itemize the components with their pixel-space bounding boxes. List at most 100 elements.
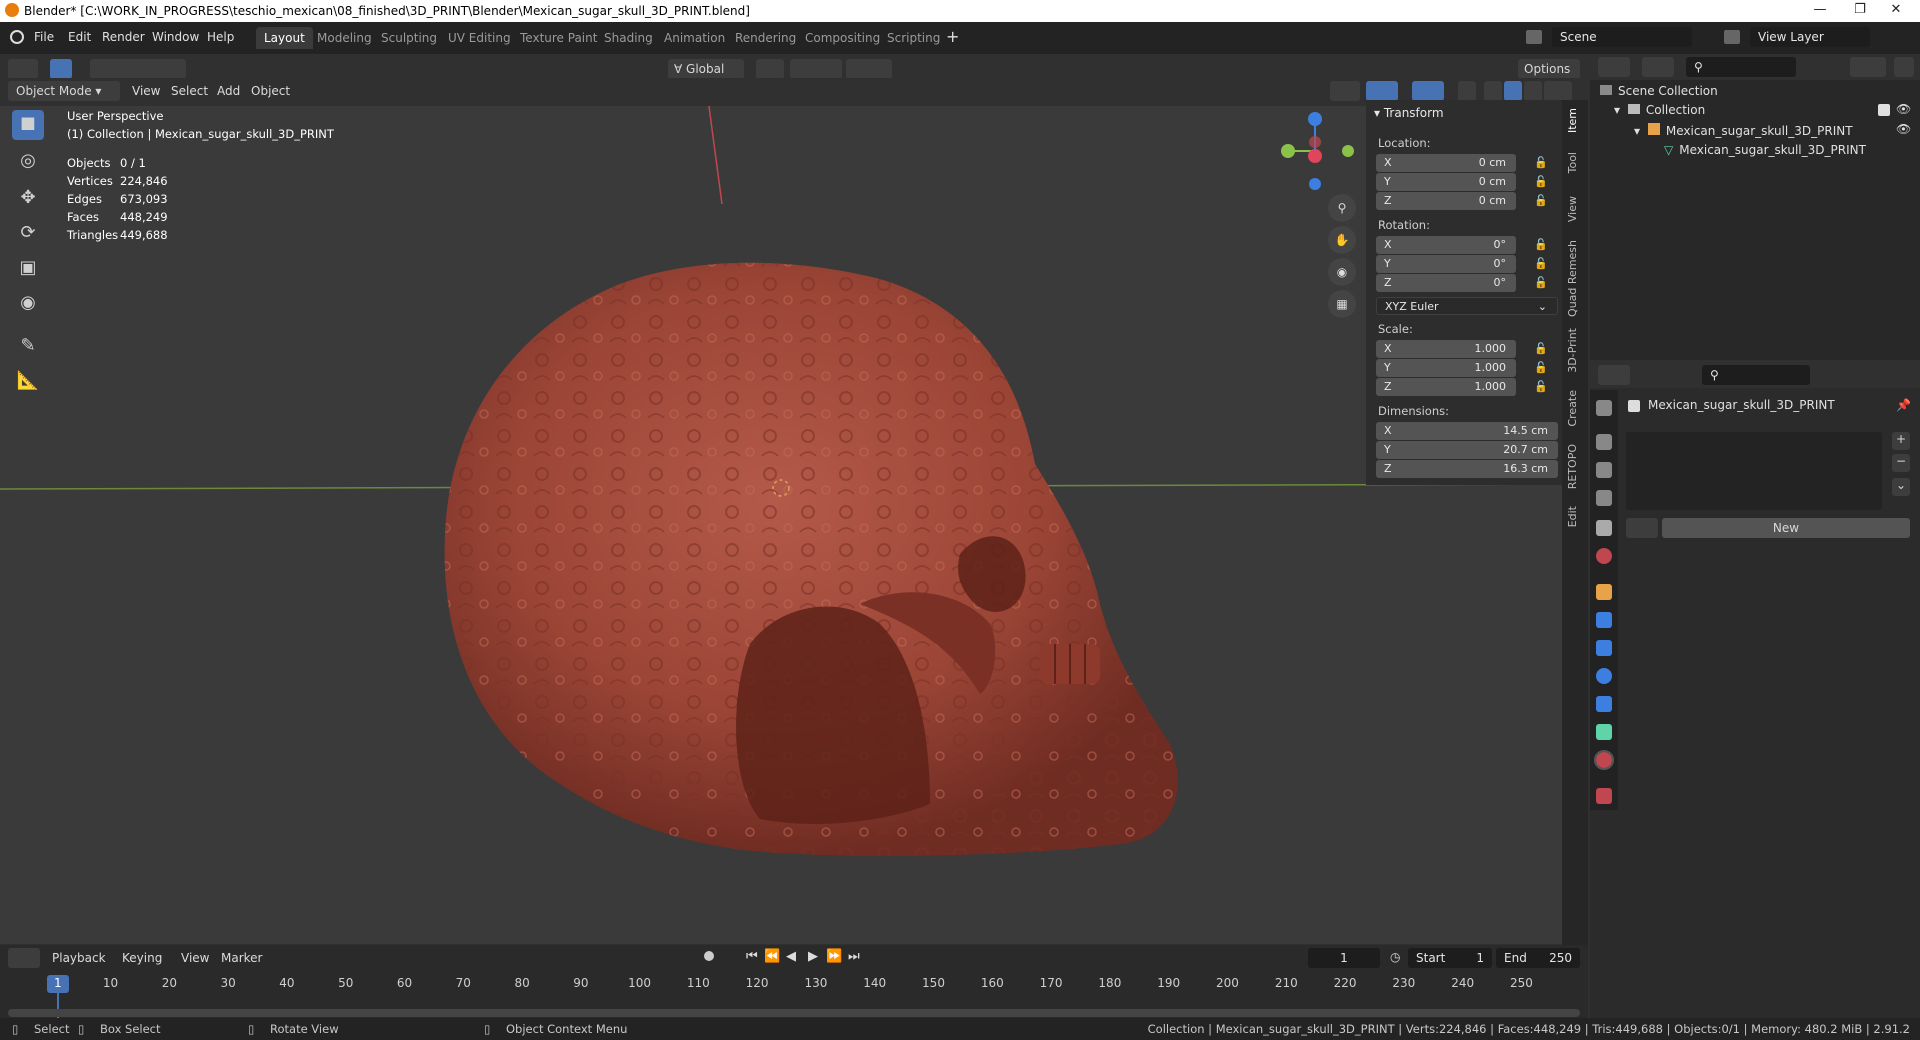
dimension-z-field[interactable]: Z 16.3 cm xyxy=(1376,460,1558,478)
prev-keyframe-icon[interactable]: ⏪ xyxy=(764,949,780,964)
overlay-toggle-icon[interactable] xyxy=(1412,81,1444,101)
zoom-icon[interactable]: ⚲ xyxy=(1328,194,1356,222)
scale-x-field[interactable]: X 1.000 xyxy=(1376,340,1516,358)
properties-search-input[interactable]: ⚲ xyxy=(1702,365,1810,385)
tab-scripting[interactable]: Scripting xyxy=(879,27,948,49)
menu-file[interactable]: File xyxy=(34,30,54,44)
clock-icon[interactable]: ◷ xyxy=(1390,950,1400,964)
eye-icon[interactable]: 👁 xyxy=(1896,122,1911,136)
menu-view[interactable]: View xyxy=(181,951,209,965)
minimize-icon[interactable]: — xyxy=(1800,2,1840,17)
3d-viewport[interactable]: User Perspective (1) Collection | Mexica… xyxy=(0,84,1588,944)
rendered-shading-icon[interactable] xyxy=(1544,81,1572,101)
outliner-row-collection[interactable]: ▾ Collection xyxy=(1614,103,1705,117)
camera-icon[interactable]: ◉ xyxy=(1328,258,1356,286)
editor-type-button[interactable] xyxy=(1598,57,1630,77)
tab-retopo[interactable]: RETOPO xyxy=(1566,444,1579,489)
tab-edit[interactable]: Edit xyxy=(1566,506,1579,527)
add-slot-icon[interactable]: + xyxy=(1892,432,1910,450)
tab-quad-remesh[interactable]: Quad Remesh xyxy=(1566,240,1579,317)
particles-tab-icon[interactable] xyxy=(1596,640,1612,656)
solid-shading-icon[interactable] xyxy=(1504,81,1522,101)
outliner-row-mesh-data[interactable]: ▽ Mexican_sugar_skull_3D_PRINT xyxy=(1664,143,1866,157)
move-tool-icon[interactable]: ✥ xyxy=(12,182,44,212)
scene-tab-icon[interactable] xyxy=(1596,520,1612,536)
end-frame-field[interactable]: End 250 xyxy=(1496,948,1580,968)
wireframe-shading-icon[interactable] xyxy=(1484,81,1502,101)
tab-rendering[interactable]: Rendering xyxy=(727,27,804,49)
outliner-row-scene-collection[interactable]: Scene Collection xyxy=(1600,84,1718,98)
select-box-tool-icon[interactable]: ⯀ xyxy=(12,110,44,140)
tool-tab-icon[interactable] xyxy=(1596,400,1612,416)
restore-icon[interactable]: ❐ xyxy=(1840,2,1880,17)
display-mode-button[interactable] xyxy=(1642,57,1674,77)
scale-y-field[interactable]: Y 1.000 xyxy=(1376,359,1516,377)
location-y-field[interactable]: Y 0 cm xyxy=(1376,173,1516,191)
rotation-z-field[interactable]: Z 0° xyxy=(1376,274,1516,292)
lock-icon[interactable]: 🔓 xyxy=(1534,342,1548,355)
menu-view[interactable]: View xyxy=(132,84,160,98)
measure-tool-icon[interactable]: 📐 xyxy=(12,365,44,395)
object-tab-icon[interactable] xyxy=(1596,584,1612,600)
menu-add[interactable]: Add xyxy=(217,84,240,98)
view-layer-tab-icon[interactable] xyxy=(1596,490,1612,506)
play-reverse-icon[interactable]: ◀ xyxy=(786,949,796,964)
menu-render[interactable]: Render xyxy=(102,30,145,44)
proportional-edit-button[interactable] xyxy=(846,59,892,79)
chevron-down-icon[interactable]: ⌄ xyxy=(1892,478,1910,496)
location-z-field[interactable]: Z 0 cm xyxy=(1376,192,1516,210)
mesh-data-tab-icon[interactable] xyxy=(1596,724,1612,740)
pan-hand-icon[interactable]: ✋ xyxy=(1328,226,1356,254)
tab-tool[interactable]: Tool xyxy=(1566,152,1579,173)
tab-3d-print[interactable]: 3D-Print xyxy=(1566,328,1579,373)
lock-icon[interactable]: 🔓 xyxy=(1534,257,1548,270)
tab-shading[interactable]: Shading xyxy=(596,27,661,49)
menu-window[interactable]: Window xyxy=(152,30,199,44)
physics-tab-icon[interactable] xyxy=(1596,668,1612,684)
cursor-tool-icon[interactable]: ◎ xyxy=(12,145,44,175)
tab-modeling[interactable]: Modeling xyxy=(309,27,380,49)
material-shading-icon[interactable] xyxy=(1524,81,1542,101)
view-layer-field[interactable]: View Layer xyxy=(1750,27,1870,47)
tab-animation[interactable]: Animation xyxy=(656,27,733,49)
tab-view[interactable]: View xyxy=(1566,196,1579,222)
menu-object[interactable]: Object xyxy=(251,84,290,98)
frame-ruler[interactable]: 1 10 20 30 40 50 60 70 80 90 100 110 120 130 140 150 160… xyxy=(0,973,1588,1019)
visibility-icon[interactable] xyxy=(1330,81,1360,101)
lock-icon[interactable]: 🔓 xyxy=(1534,276,1548,289)
dimension-y-field[interactable]: Y 20.7 cm xyxy=(1376,441,1558,459)
render-tab-icon[interactable] xyxy=(1596,434,1612,450)
rotation-mode-select[interactable]: XYZ Euler ⌄ xyxy=(1376,297,1558,315)
gizmo-toggle-icon[interactable] xyxy=(1366,81,1398,101)
output-tab-icon[interactable] xyxy=(1596,462,1612,478)
outliner-row-object[interactable]: ▾ Mexican_sugar_skull_3D_PRINT xyxy=(1634,123,1853,138)
tab-sculpting[interactable]: Sculpting xyxy=(373,27,445,49)
view-layer-icon[interactable] xyxy=(1724,30,1740,44)
menu-select[interactable]: Select xyxy=(171,84,208,98)
location-x-field[interactable]: X 0 cm xyxy=(1376,154,1516,172)
tab-uv-editing[interactable]: UV Editing xyxy=(440,27,519,49)
tab-texture-paint[interactable]: Texture Paint xyxy=(512,27,605,49)
rotation-x-field[interactable]: X 0° xyxy=(1376,236,1516,254)
outliner-search-input[interactable]: ⚲ xyxy=(1686,57,1796,77)
scene-field[interactable]: Scene xyxy=(1552,27,1692,47)
modifier-tab-icon[interactable] xyxy=(1596,612,1612,628)
transform-panel-header[interactable]: ▾ Transform xyxy=(1374,106,1444,120)
snap-button[interactable] xyxy=(790,59,842,79)
new-collection-icon[interactable] xyxy=(1894,57,1914,77)
pin-icon[interactable]: 📌 xyxy=(1896,398,1911,412)
perspective-grid-icon[interactable]: ▦ xyxy=(1328,290,1356,318)
add-workspace-icon[interactable]: + xyxy=(946,27,959,46)
material-browse-button[interactable] xyxy=(1626,518,1658,538)
start-frame-field[interactable]: Start 1 xyxy=(1408,948,1492,968)
menu-playback[interactable]: Playback xyxy=(52,951,106,965)
eye-icon[interactable]: 👁 xyxy=(1896,102,1911,116)
editor-type-button[interactable] xyxy=(1598,365,1630,385)
jump-start-icon[interactable]: ⏮ xyxy=(746,949,758,964)
filter-icon[interactable] xyxy=(1850,57,1886,77)
lock-icon[interactable]: 🔓 xyxy=(1534,175,1548,188)
transform-tool-icon[interactable]: ◉ xyxy=(12,287,44,317)
lock-icon[interactable]: 🔓 xyxy=(1534,361,1548,374)
new-material-button[interactable]: New xyxy=(1662,518,1910,538)
scale-z-field[interactable]: Z 1.000 xyxy=(1376,378,1516,396)
